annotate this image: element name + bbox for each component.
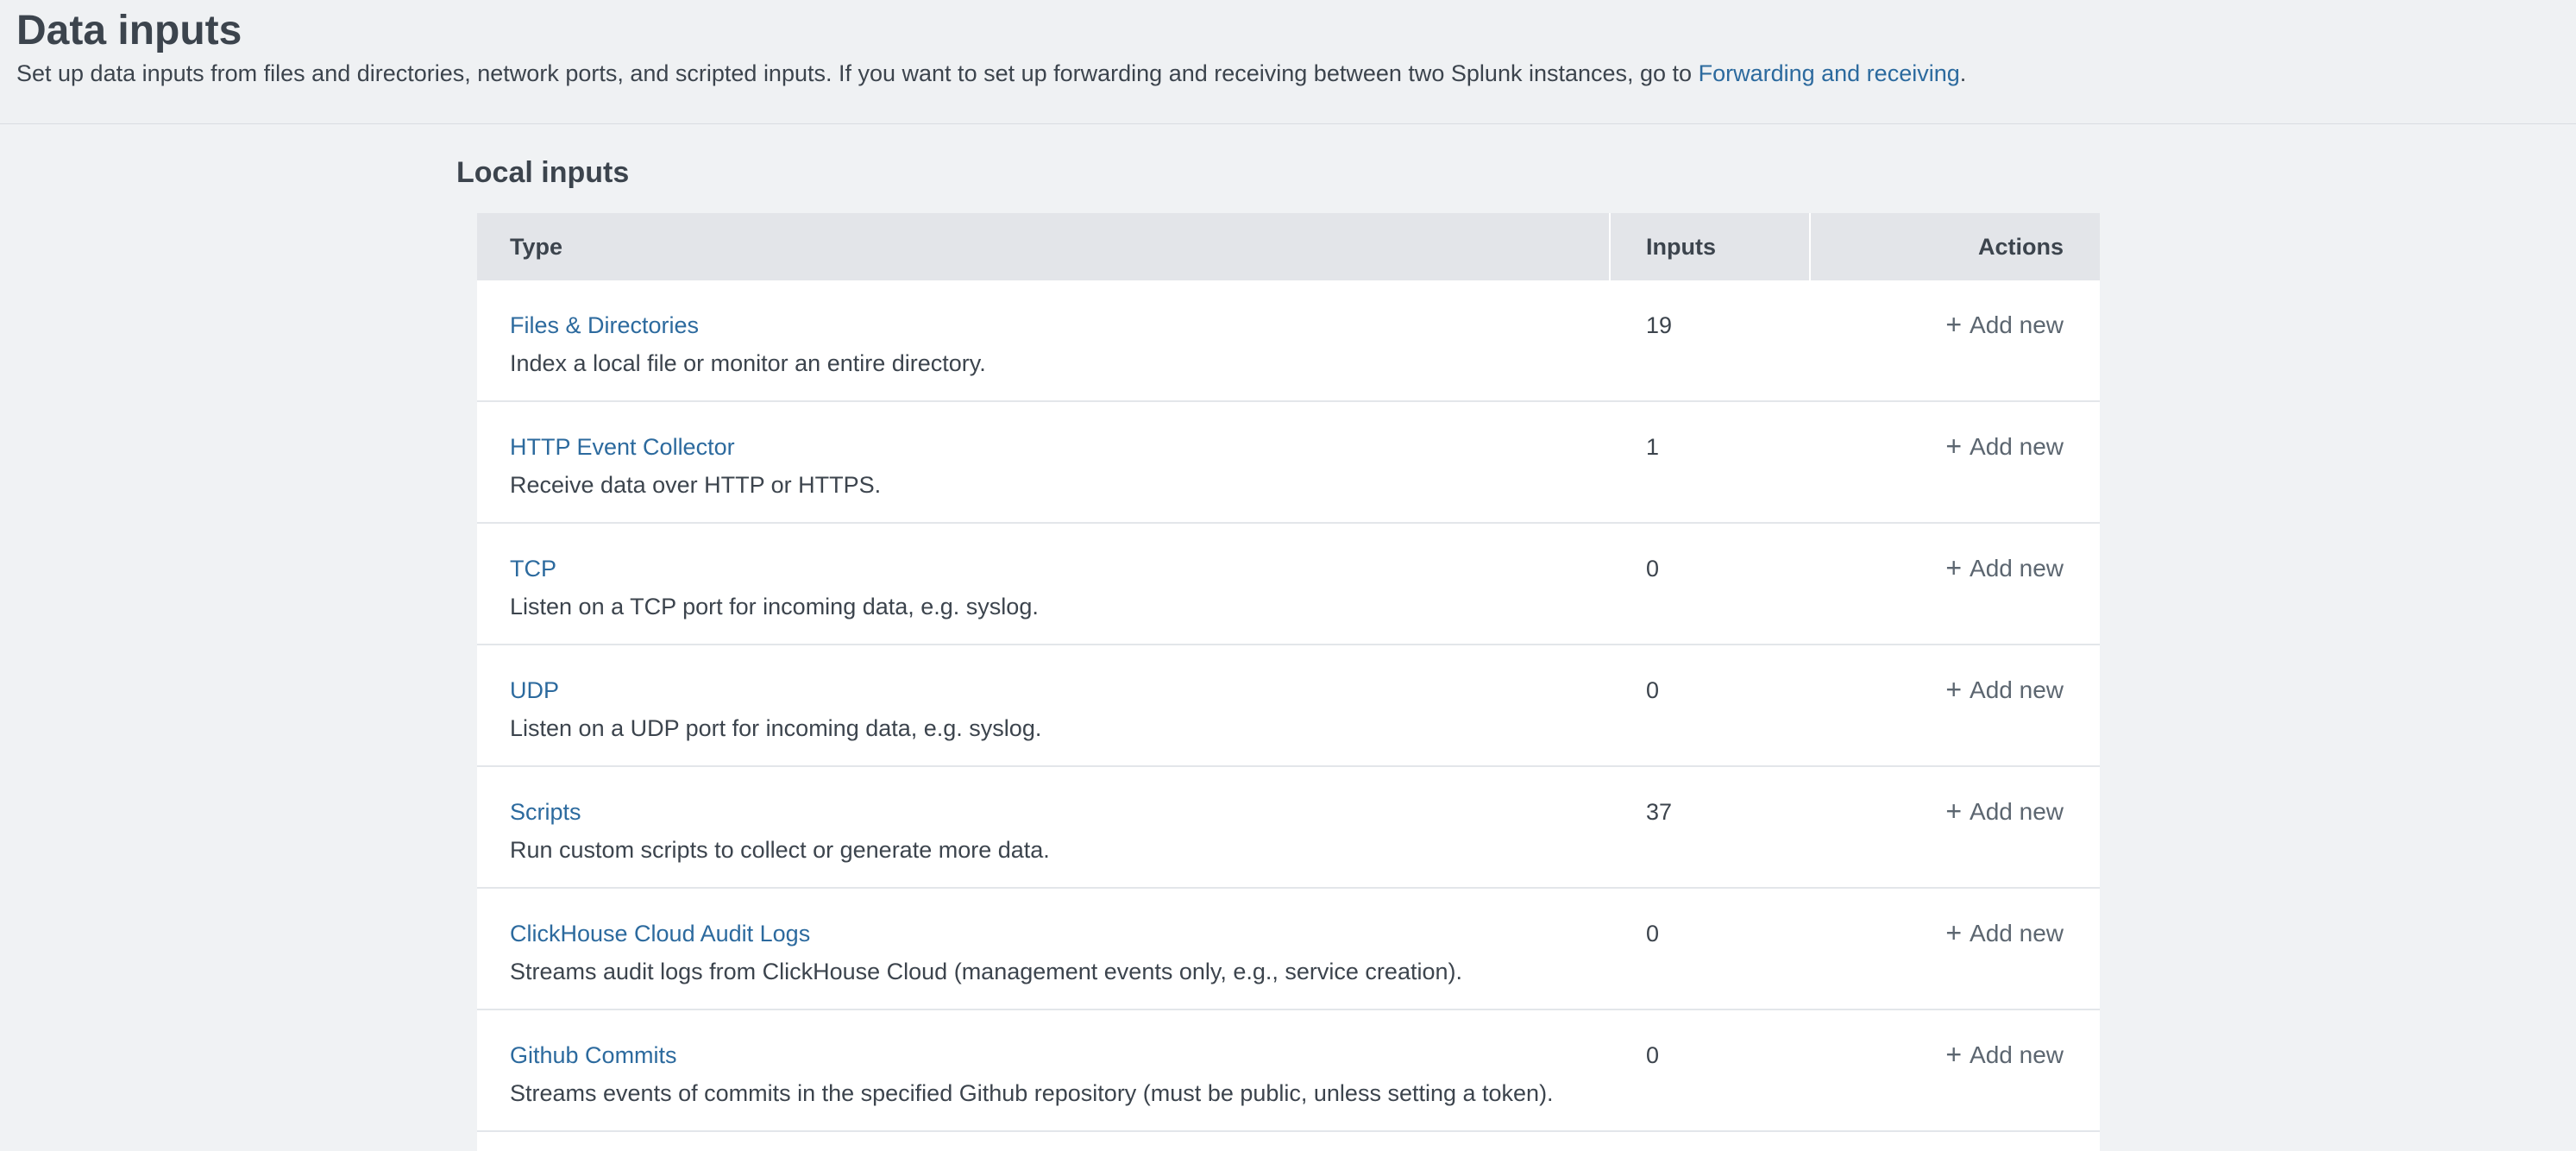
type-cell: HTTP Event Collector Receive data over H… <box>477 402 1609 522</box>
input-type-link[interactable]: HTTP Event Collector <box>510 433 735 461</box>
page-subtitle-text: Set up data inputs from files and direct… <box>16 60 1699 86</box>
type-cell: Github Commits Streams events of commits… <box>477 1010 1609 1130</box>
local-inputs-section: Local inputs Type Inputs Actions Files &… <box>456 155 2576 1151</box>
add-new-label: Add new <box>1970 433 2064 461</box>
add-new-button[interactable]: + Add new <box>1945 1041 2064 1069</box>
plus-icon: + <box>1945 311 1962 338</box>
input-type-link[interactable]: ClickHouse Cloud Audit Logs <box>510 920 810 947</box>
table-body: Files & Directories Index a local file o… <box>477 280 2100 1151</box>
input-type-description: Listen on a TCP port for incoming data, … <box>510 593 1609 620</box>
plus-icon: + <box>1945 919 1962 947</box>
plus-icon: + <box>1945 797 1962 825</box>
plus-icon: + <box>1945 1041 1962 1068</box>
inputs-count: 37 <box>1611 767 1809 887</box>
column-header-inputs: Inputs <box>1611 213 1809 280</box>
column-header-type: Type <box>477 213 1609 280</box>
page-subtitle-period: . <box>1960 60 1967 86</box>
table-row: HTTP Event Collector Receive data over H… <box>477 402 2100 524</box>
actions-cell: + Add new <box>1811 767 2100 887</box>
plus-icon: + <box>1945 432 1962 460</box>
add-new-label: Add new <box>1970 1041 2064 1069</box>
type-cell: Files & Directories Index a local file o… <box>477 280 1609 400</box>
input-type-description: Streams audit logs from ClickHouse Cloud… <box>510 958 1609 985</box>
page-header-band: Data inputs Set up data inputs from file… <box>0 0 2576 124</box>
type-cell: UDP Listen on a UDP port for incoming da… <box>477 645 1609 765</box>
input-type-description: Receive data over HTTP or HTTPS. <box>510 471 1609 499</box>
table-row: ClickHouse Cloud Audit Logs Streams audi… <box>477 889 2100 1010</box>
inputs-count: 0 <box>1611 645 1809 765</box>
forwarding-and-receiving-link[interactable]: Forwarding and receiving <box>1699 60 1960 86</box>
add-new-label: Add new <box>1970 311 2064 339</box>
inputs-count: 0 <box>1611 524 1809 644</box>
actions-cell: + Add new <box>1811 645 2100 765</box>
input-type-description: Run custom scripts to collect or generat… <box>510 836 1609 864</box>
add-new-button[interactable]: + Add new <box>1945 676 2064 704</box>
inputs-count: 1 <box>1611 402 1809 522</box>
next-row-partial <box>477 1132 2100 1151</box>
input-type-link[interactable]: Files & Directories <box>510 311 699 339</box>
page-title: Data inputs <box>16 5 2550 57</box>
actions-cell: + Add new <box>1811 524 2100 644</box>
add-new-button[interactable]: + Add new <box>1945 798 2064 826</box>
input-type-link[interactable]: UDP <box>510 676 559 704</box>
inputs-count: 19 <box>1611 280 1809 400</box>
input-type-description: Streams events of commits in the specifi… <box>510 1079 1609 1107</box>
inputs-count: 0 <box>1611 889 1809 1009</box>
actions-cell: + Add new <box>1811 402 2100 522</box>
add-new-label: Add new <box>1970 555 2064 582</box>
add-new-label: Add new <box>1970 676 2064 704</box>
inputs-count: 0 <box>1611 1010 1809 1130</box>
table-row: Files & Directories Index a local file o… <box>477 280 2100 402</box>
type-cell: ClickHouse Cloud Audit Logs Streams audi… <box>477 889 1609 1009</box>
table-row: Scripts Run custom scripts to collect or… <box>477 767 2100 889</box>
add-new-button[interactable]: + Add new <box>1945 555 2064 582</box>
input-type-link[interactable]: Github Commits <box>510 1041 677 1069</box>
local-inputs-heading: Local inputs <box>456 155 2576 191</box>
table-row: TCP Listen on a TCP port for incoming da… <box>477 524 2100 645</box>
input-type-description: Listen on a UDP port for incoming data, … <box>510 714 1609 742</box>
local-inputs-table: Type Inputs Actions Files & Directories … <box>477 213 2100 1151</box>
plus-icon: + <box>1945 554 1962 582</box>
table-header-row: Type Inputs Actions <box>477 213 2100 280</box>
input-type-link[interactable]: Scripts <box>510 798 581 826</box>
type-cell: TCP Listen on a TCP port for incoming da… <box>477 524 1609 644</box>
input-type-link[interactable]: TCP <box>510 555 556 582</box>
actions-cell: + Add new <box>1811 280 2100 400</box>
add-new-button[interactable]: + Add new <box>1945 920 2064 947</box>
table-row: Github Commits Streams events of commits… <box>477 1010 2100 1132</box>
actions-cell: + Add new <box>1811 1010 2100 1130</box>
plus-icon: + <box>1945 676 1962 703</box>
add-new-label: Add new <box>1970 798 2064 826</box>
add-new-button[interactable]: + Add new <box>1945 433 2064 461</box>
add-new-label: Add new <box>1970 920 2064 947</box>
page-subtitle: Set up data inputs from files and direct… <box>16 60 2550 87</box>
actions-cell: + Add new <box>1811 889 2100 1009</box>
add-new-button[interactable]: + Add new <box>1945 311 2064 339</box>
input-type-description: Index a local file or monitor an entire … <box>510 349 1609 377</box>
type-cell: Scripts Run custom scripts to collect or… <box>477 767 1609 887</box>
column-header-actions: Actions <box>1811 213 2100 280</box>
table-row: UDP Listen on a UDP port for incoming da… <box>477 645 2100 767</box>
